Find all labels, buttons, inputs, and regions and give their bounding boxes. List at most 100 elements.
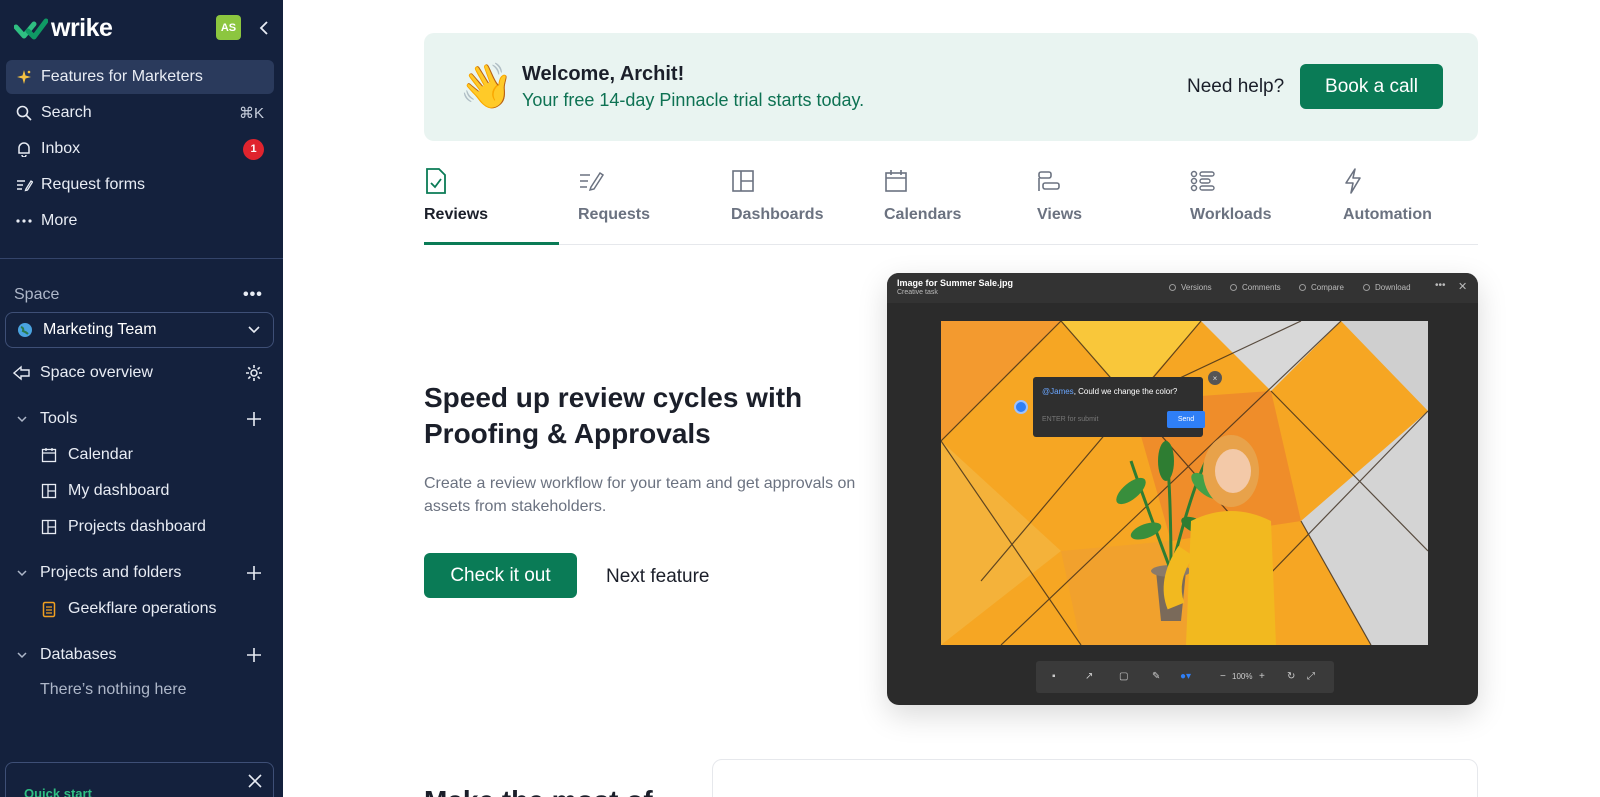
chevron-down-icon (12, 413, 32, 425)
bell-icon (13, 141, 35, 157)
space-overview-link[interactable]: Space overview (6, 358, 274, 388)
sidebar-item-label: Calendar (68, 446, 133, 463)
wrike-logo[interactable]: wrike (14, 14, 113, 43)
sidebar-item-projects-dashboard[interactable]: Projects dashboard (40, 512, 274, 542)
proofed-image: @James, Could we change the color? ENTER… (941, 321, 1428, 645)
wrike-check-icon (14, 18, 48, 39)
preview-toolbar: ▪ ↗ ▢ ✎ ●▾ − 100% + ↻ ⤢ (1036, 661, 1334, 693)
sidebar-item-calendar[interactable]: Calendar (40, 440, 274, 470)
check-it-out-button[interactable]: Check it out (424, 553, 577, 598)
next-feature-link[interactable]: Next feature (606, 566, 710, 588)
gear-icon[interactable] (244, 363, 264, 383)
sidebar-item-request-forms[interactable]: Request forms (6, 168, 274, 202)
tools-label: Tools (40, 410, 78, 427)
avatar[interactable]: AS (216, 15, 241, 40)
tab-label: Automation (1343, 206, 1432, 223)
sidebar-item-inbox[interactable]: Inbox 1 (6, 132, 274, 166)
need-help-text: Need help? (1187, 76, 1285, 97)
zoom-out-icon: − (1220, 671, 1226, 682)
search-icon (13, 105, 35, 121)
sidebar-item-label: Inbox (41, 140, 81, 157)
comment-tool-icon: ▪ (1052, 671, 1056, 682)
dashboard-icon (731, 167, 759, 195)
waving-hand-icon: 👋 (459, 62, 514, 111)
next-section-heading: Make the most of (424, 785, 653, 797)
sidebar-divider (0, 258, 283, 259)
fullscreen-icon: ⤢ (1307, 671, 1315, 682)
tab-reviews[interactable]: Reviews (424, 165, 559, 245)
comment-send-button: Send (1167, 411, 1205, 428)
quickstart-label: Quick start (24, 786, 92, 797)
space-overview-icon (12, 365, 32, 381)
add-project-plus-icon[interactable] (246, 565, 262, 581)
preview-more-icon: ••• (1435, 280, 1446, 291)
sidebar-item-label: Projects dashboard (68, 518, 206, 535)
chevron-left-icon (259, 21, 268, 35)
space-selector-label: Marketing Team (43, 321, 157, 338)
more-icon (13, 219, 35, 223)
sidebar-item-more[interactable]: More (6, 204, 274, 238)
comment-text-row: @James, Could we change the color? (1042, 387, 1177, 396)
rotate-icon: ↻ (1287, 671, 1296, 682)
tab-label: Calendars (884, 206, 962, 223)
projects-section-header[interactable]: Projects and folders (6, 558, 274, 588)
next-section-card (712, 759, 1478, 797)
sidebar: wrike AS Features for Marketers Search ⌘… (0, 0, 283, 797)
add-database-plus-icon[interactable] (246, 647, 262, 663)
main-content: 👋 Welcome, Archit! Your free 14-day Pinn… (283, 0, 1600, 797)
project-folder-icon (40, 601, 58, 618)
preview-file-subtitle: Creative task (897, 289, 938, 296)
sidebar-item-label: Geekflare operations (68, 600, 217, 617)
preview-action-label: Versions (1181, 283, 1212, 292)
workload-icon (1190, 167, 1218, 195)
add-tool-plus-icon[interactable] (246, 411, 262, 427)
chevron-down-icon (12, 649, 32, 661)
sidebar-item-features-for-marketers[interactable]: Features for Marketers (6, 60, 274, 94)
active-tab-indicator (424, 242, 559, 245)
sidebar-item-geekflare-operations[interactable]: Geekflare operations (40, 594, 274, 624)
sidebar-header: wrike AS (14, 12, 274, 42)
arrow-tool-icon: ↗ (1085, 671, 1094, 682)
welcome-title: Welcome, Archit! (522, 63, 685, 85)
databases-section-header[interactable]: Databases (6, 640, 274, 670)
quickstart-panel[interactable]: Quick start (5, 762, 274, 797)
preview-download: Download (1363, 283, 1411, 292)
book-a-call-button[interactable]: Book a call (1300, 64, 1443, 109)
tab-label: Dashboards (731, 206, 824, 223)
preview-topbar: Image for Summer Sale.jpg Creative task … (887, 273, 1478, 303)
tab-label: Views (1037, 206, 1083, 223)
inbox-count-badge: 1 (243, 138, 264, 160)
pen-tool-icon: ✎ (1152, 671, 1161, 682)
preview-action-label: Comments (1242, 283, 1281, 292)
preview-file-title: Image for Summer Sale.jpg (897, 278, 1014, 288)
sidebar-item-label: Request forms (41, 176, 146, 193)
sidebar-item-search[interactable]: Search ⌘K (6, 96, 274, 130)
collapse-sidebar-button[interactable] (252, 16, 276, 40)
chevron-down-icon (248, 326, 260, 334)
welcome-banner: 👋 Welcome, Archit! Your free 14-day Pinn… (424, 33, 1478, 141)
feature-description: Create a review workflow for your team a… (424, 475, 856, 515)
space-more-button[interactable]: ••• (243, 286, 263, 303)
dashboard-icon (40, 483, 58, 499)
close-icon[interactable] (247, 773, 263, 789)
color-picker-icon: ●▾ (1180, 671, 1192, 682)
feature-title: Speed up review cycles with Proofing & A… (424, 382, 803, 449)
comment-close-icon: × (1208, 371, 1222, 385)
comment-mention: @James (1042, 387, 1074, 396)
zoom-level: 100% (1232, 672, 1253, 681)
databases-empty-note: There’s nothing here (40, 681, 187, 698)
comment-bubble: @James, Could we change the color? ENTER… (1033, 371, 1222, 437)
preview-action-label: Compare (1311, 283, 1344, 292)
sidebar-item-my-dashboard[interactable]: My dashboard (40, 476, 274, 506)
preview-action-label: Download (1375, 283, 1411, 292)
comment-pin (1014, 400, 1028, 414)
tab-label: Reviews (424, 206, 489, 223)
feature-tabs: Reviews Requests Dashboards Calendars Vi… (424, 165, 1478, 245)
logo-text: wrike (51, 14, 113, 42)
chevron-down-icon (12, 567, 32, 579)
trial-subtitle: Your free 14-day Pinnacle trial starts t… (522, 90, 865, 110)
space-selector[interactable]: Marketing Team (5, 312, 274, 348)
preview-versions: Versions (1169, 283, 1212, 292)
tools-section-header[interactable]: Tools (6, 404, 274, 434)
comment-input-placeholder: ENTER for submit (1042, 416, 1099, 423)
